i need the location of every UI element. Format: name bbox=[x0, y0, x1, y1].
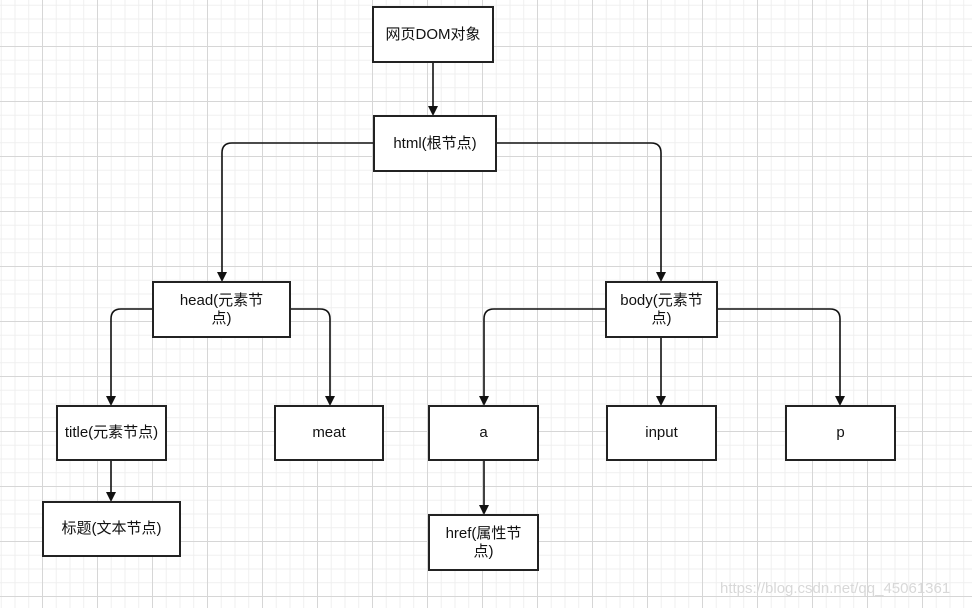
edge-head-meat bbox=[290, 308, 335, 406]
edge-html-body bbox=[496, 142, 666, 282]
node-label: p bbox=[836, 424, 845, 441]
node-dom[interactable]: 网页DOM对象 bbox=[372, 6, 494, 63]
edge-head-title bbox=[106, 308, 152, 406]
node-body[interactable]: body(元素节点) bbox=[605, 281, 718, 338]
node-label: head(元素节点) bbox=[179, 291, 264, 327]
node-a[interactable]: a bbox=[428, 405, 539, 461]
node-label: title(元素节点) bbox=[64, 424, 159, 441]
node-html[interactable]: html(根节点) bbox=[373, 115, 497, 172]
node-label: a bbox=[479, 424, 488, 441]
node-head[interactable]: head(元素节点) bbox=[152, 281, 291, 338]
node-label: body(元素节点) bbox=[620, 291, 703, 327]
node-title-text[interactable]: 标题(文本节点) bbox=[42, 501, 181, 557]
node-href[interactable]: href(属性节点) bbox=[428, 514, 539, 571]
node-label: href(属性节点) bbox=[445, 524, 522, 560]
node-label: meat bbox=[312, 424, 346, 441]
node-meat[interactable]: meat bbox=[274, 405, 384, 461]
edge-html-head bbox=[217, 142, 373, 282]
node-input[interactable]: input bbox=[606, 405, 717, 461]
watermark: https://blog.csdn.net/qq_45061361 bbox=[720, 580, 951, 597]
edge-body-a bbox=[479, 308, 605, 406]
node-title[interactable]: title(元素节点) bbox=[56, 405, 167, 461]
node-p[interactable]: p bbox=[785, 405, 896, 461]
node-label: 标题(文本节点) bbox=[61, 520, 162, 537]
node-label: 网页DOM对象 bbox=[385, 25, 481, 43]
node-label: html(根节点) bbox=[393, 134, 477, 152]
node-label: input bbox=[645, 424, 678, 441]
edge-body-p bbox=[717, 308, 845, 406]
